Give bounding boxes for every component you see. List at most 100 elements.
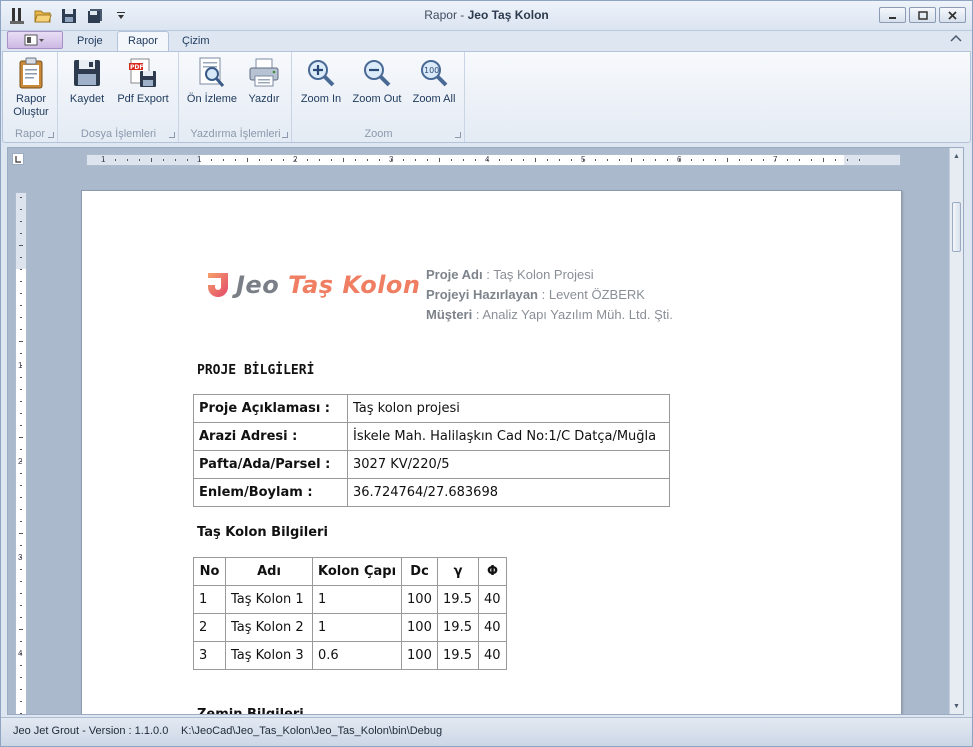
ruler-tick bbox=[20, 665, 22, 666]
yazdir-button[interactable]: Yazdır bbox=[244, 56, 284, 106]
ruler-tick bbox=[283, 159, 284, 161]
path-text: K:\JeoCad\Jeo_Tas_Kolon\Jeo_Tas_Kolon\bi… bbox=[181, 725, 443, 737]
ruler-tick bbox=[739, 159, 740, 161]
zoom-out-button[interactable]: Zoom Out bbox=[350, 56, 404, 106]
dialog-launcher-icon[interactable] bbox=[48, 132, 54, 138]
minimize-button[interactable] bbox=[879, 7, 906, 23]
ruler-tick bbox=[847, 159, 848, 161]
status-bar: Jeo Jet Grout - Version : 1.1.0.0 K:\Jeo… bbox=[1, 717, 972, 746]
ruler-tick bbox=[163, 159, 164, 161]
ruler-tick bbox=[223, 159, 224, 161]
rapor-olustur-button[interactable]: Rapor Oluştur bbox=[9, 56, 53, 119]
ruler-number: 5 bbox=[581, 155, 586, 164]
version-text: Jeo Jet Grout - Version : 1.1.0.0 bbox=[13, 725, 169, 737]
ruler-tick bbox=[20, 449, 22, 450]
ruler-tick bbox=[799, 159, 800, 161]
ruler-tick bbox=[20, 401, 22, 402]
tab-proje[interactable]: Proje bbox=[67, 33, 113, 51]
vertical-ruler[interactable]: 1 2 3 4 bbox=[15, 192, 27, 714]
on-izleme-button[interactable]: Ön İzleme bbox=[186, 56, 238, 106]
dialog-launcher-icon[interactable] bbox=[282, 132, 288, 138]
ruler-number: 4 bbox=[485, 155, 490, 164]
project-meta: Proje Adı : Taş Kolon Projesi Projeyi Ha… bbox=[426, 265, 673, 325]
zoom-in-button[interactable]: Zoom In bbox=[297, 56, 345, 106]
ruler-tick bbox=[20, 569, 22, 570]
ruler-tick bbox=[859, 159, 860, 161]
ruler-tick bbox=[559, 159, 560, 161]
ruler-tick bbox=[20, 413, 22, 414]
ruler-tick bbox=[20, 389, 22, 390]
table-header-row: No Adı Kolon Çapı Dc γ Φ bbox=[193, 557, 508, 586]
report-page: Jeo Taş Kolon Proje Adı : Taş Kolon Proj… bbox=[81, 190, 902, 714]
yazdir-label: Yazdır bbox=[248, 93, 280, 105]
ruler-tick bbox=[703, 159, 704, 161]
ruler-tick bbox=[20, 281, 22, 282]
ruler-tick bbox=[463, 159, 464, 161]
collapse-ribbon-icon[interactable] bbox=[950, 34, 962, 47]
ruler-number: 3 bbox=[389, 155, 394, 164]
ruler-tick bbox=[20, 257, 22, 258]
scroll-down-icon[interactable]: ▼ bbox=[953, 703, 960, 710]
ruler-tick bbox=[247, 158, 248, 162]
section-title-proje-bilgileri: PROJE BİLGİLERİ bbox=[197, 363, 315, 378]
scroll-up-icon[interactable]: ▲ bbox=[953, 153, 960, 160]
table-row: 2 Taş Kolon 2 1 100 19.5 40 bbox=[193, 613, 508, 642]
vertical-scrollbar[interactable]: ▲ ▼ bbox=[949, 148, 963, 714]
company-logo: Jeo Taş Kolon bbox=[202, 267, 422, 303]
kaydet-button[interactable]: Kaydet bbox=[67, 56, 107, 106]
ruler-tick bbox=[235, 159, 236, 161]
group-label-yazdirma: Yazdırma İşlemleri bbox=[190, 128, 281, 140]
table-row: 1 Taş Kolon 1 1 100 19.5 40 bbox=[193, 585, 508, 614]
close-button[interactable] bbox=[939, 7, 966, 23]
project-info-table: Proje Açıklaması : Taş kolon projesi Araz… bbox=[193, 394, 670, 507]
ruler-tick bbox=[331, 159, 332, 161]
ruler-tick bbox=[547, 159, 548, 161]
zoom-in-label: Zoom In bbox=[300, 93, 342, 105]
svg-text:100: 100 bbox=[424, 66, 439, 75]
ruler-tick bbox=[343, 158, 344, 162]
maximize-button[interactable] bbox=[909, 7, 936, 23]
stone-columns-table: No Adı Kolon Çapı Dc γ Φ 1 Taş Kolon 1 1… bbox=[193, 557, 508, 670]
ruler-tick bbox=[607, 159, 608, 161]
table-row: Enlem/Boylam :36.724764/27.683698 bbox=[193, 478, 670, 507]
zoom-all-button[interactable]: 100 Zoom All bbox=[409, 56, 459, 106]
dialog-launcher-icon[interactable] bbox=[455, 132, 461, 138]
dialog-launcher-icon[interactable] bbox=[169, 132, 175, 138]
ruler-tick bbox=[20, 425, 22, 426]
pdf-icon: PDF bbox=[127, 56, 159, 90]
document-viewer[interactable]: 1 1 2 3 4 5 6 7 1 2 3 4 Jeo Taş Kolon Proje Adı : … bbox=[7, 147, 964, 715]
group-label-zoom: Zoom bbox=[364, 128, 393, 140]
meta-row: Müşteri : Analiz Yapı Yazılım Müh. Ltd. … bbox=[426, 307, 673, 322]
ruler-tick bbox=[20, 197, 22, 198]
ruler-tick bbox=[427, 159, 428, 161]
title-bar: Rapor - Jeo Taş Kolon bbox=[1, 1, 972, 31]
pdf-export-button[interactable]: PDF Pdf Export bbox=[113, 56, 173, 106]
tab-rapor[interactable]: Rapor bbox=[117, 31, 169, 52]
ruler-margin-right bbox=[844, 155, 900, 165]
ruler-tick bbox=[19, 629, 23, 630]
save-icon bbox=[71, 56, 103, 90]
ruler-tick bbox=[20, 713, 22, 714]
ruler-tick bbox=[727, 158, 728, 162]
ruler-tick bbox=[20, 269, 22, 270]
ruler-corner bbox=[12, 153, 24, 165]
ruler-tick bbox=[20, 485, 22, 486]
table-row: Pafta/Ada/Parsel :3027 KV/220/5 bbox=[193, 450, 670, 479]
ribbon-panel: Rapor Oluştur Rapor Kaydet PDF Pdf Export… bbox=[2, 51, 971, 143]
ruler-number: 2 bbox=[18, 457, 23, 466]
ruler-tick bbox=[20, 233, 22, 234]
ruler-tick bbox=[475, 159, 476, 161]
tab-cizim[interactable]: Çizim bbox=[172, 33, 220, 51]
horizontal-ruler[interactable]: 1 1 2 3 4 5 6 7 bbox=[86, 154, 901, 166]
scroll-thumb[interactable] bbox=[952, 202, 961, 252]
ruler-tick bbox=[175, 159, 176, 161]
zoom-out-label: Zoom Out bbox=[352, 93, 402, 105]
ruler-tick bbox=[271, 159, 272, 161]
ruler-tick bbox=[139, 159, 140, 161]
application-menu-button[interactable] bbox=[7, 31, 63, 49]
zoom-all-icon: 100 bbox=[418, 56, 450, 90]
ruler-tick bbox=[20, 545, 22, 546]
zoom-out-icon bbox=[361, 56, 393, 90]
ruler-tick bbox=[187, 159, 188, 161]
ruler-tick bbox=[355, 159, 356, 161]
